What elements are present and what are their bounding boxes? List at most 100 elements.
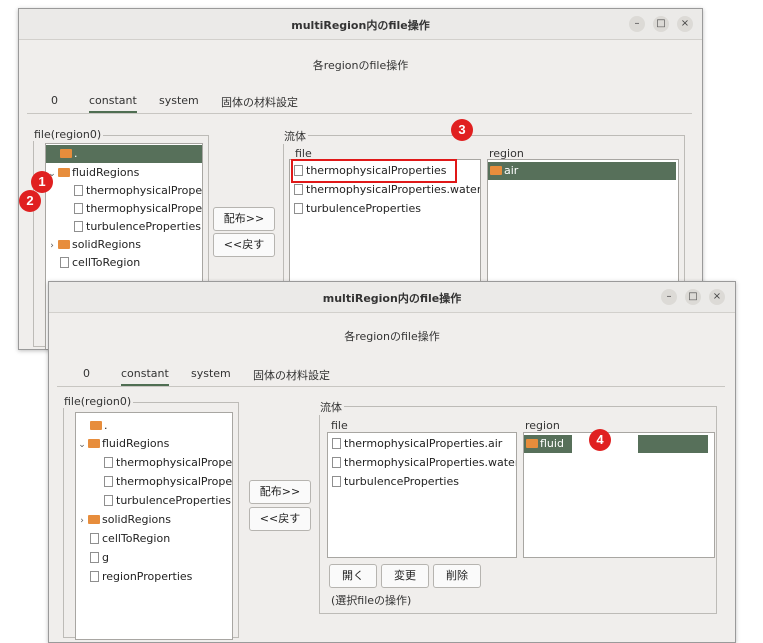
front-group-legend: 流体 bbox=[318, 399, 344, 415]
close-icon[interactable]: × bbox=[677, 16, 693, 32]
front-region-header: region bbox=[525, 419, 560, 432]
folder-icon bbox=[60, 149, 72, 158]
chevron-down-icon[interactable]: ⌄ bbox=[76, 436, 88, 454]
front-window: multiRegion内のfile操作 – □ × 各regionのfile操作… bbox=[48, 281, 736, 643]
tab-material[interactable]: 固体の材料設定 bbox=[221, 94, 298, 110]
tree-row-root[interactable]: . bbox=[76, 417, 108, 435]
change-button[interactable]: 変更 bbox=[381, 564, 429, 588]
list-item[interactable]: thermophysicalProperties.water bbox=[294, 181, 481, 199]
file-icon bbox=[294, 184, 303, 195]
region-item-empty[interactable] bbox=[638, 435, 708, 453]
tree-row-file[interactable]: turbulenceProperties bbox=[104, 492, 231, 510]
region-item[interactable]: fluid bbox=[524, 435, 572, 453]
back-tabs: 0 constant system 固体の材料設定 bbox=[27, 89, 692, 114]
file-icon bbox=[74, 185, 83, 196]
return-button[interactable]: <<戻す bbox=[249, 507, 311, 531]
tree-row-solidregions[interactable]: › solidRegions bbox=[76, 511, 171, 529]
tree-label: thermophysicalPrope bbox=[86, 202, 203, 215]
file-icon bbox=[90, 533, 99, 544]
tab-0[interactable]: 0 bbox=[51, 94, 58, 107]
tree-label: regionProperties bbox=[102, 570, 193, 583]
list-item[interactable]: turbulenceProperties bbox=[332, 473, 459, 491]
folder-icon bbox=[490, 166, 502, 175]
front-file-tree[interactable]: . ⌄ fluidRegions thermophysicalPrope ther… bbox=[75, 412, 233, 640]
open-button[interactable]: 開く bbox=[329, 564, 377, 588]
tree-row-file[interactable]: turbulenceProperties bbox=[74, 218, 201, 236]
tree-row-file[interactable]: cellToRegion bbox=[60, 254, 140, 272]
front-titlebar: multiRegion内のfile操作 – □ × bbox=[49, 282, 735, 313]
callout-3: 3 bbox=[451, 119, 473, 141]
return-button[interactable]: <<戻す bbox=[213, 233, 275, 257]
tree-label: solidRegions bbox=[102, 513, 171, 526]
front-subtitle: 各regionのfile操作 bbox=[344, 330, 440, 343]
tab-0[interactable]: 0 bbox=[83, 367, 90, 380]
folder-icon bbox=[90, 421, 102, 430]
tree-label: cellToRegion bbox=[102, 532, 171, 545]
tree-row-file[interactable]: thermophysicalPrope bbox=[104, 454, 232, 472]
tree-row-fluidregions[interactable]: ⌄ fluidRegions bbox=[46, 164, 139, 182]
list-item[interactable]: turbulenceProperties bbox=[294, 200, 421, 218]
list-item-label: thermophysicalProperties.water bbox=[306, 183, 481, 196]
tree-label: cellToRegion bbox=[72, 256, 141, 269]
callout-1: 1 bbox=[31, 171, 53, 193]
file-icon bbox=[332, 457, 341, 468]
file-icon bbox=[104, 495, 113, 506]
tree-label: thermophysicalPrope bbox=[116, 475, 233, 488]
highlight-box bbox=[291, 159, 457, 183]
folder-icon bbox=[88, 439, 100, 448]
tree-label: turbulenceProperties bbox=[86, 220, 201, 233]
tree-label: fluidRegions bbox=[102, 437, 170, 450]
file-icon bbox=[90, 571, 99, 582]
list-item-label: turbulenceProperties bbox=[306, 202, 421, 215]
tree-row-file[interactable]: thermophysicalPrope bbox=[104, 473, 232, 491]
tree-label: fluidRegions bbox=[72, 166, 140, 179]
front-tabs: 0 constant system 固体の材料設定 bbox=[57, 362, 725, 387]
chevron-right-icon[interactable]: › bbox=[46, 237, 58, 255]
tree-label: g bbox=[102, 551, 109, 564]
minimize-icon[interactable]: – bbox=[661, 289, 677, 305]
tab-constant[interactable]: constant bbox=[121, 367, 169, 386]
close-icon[interactable]: × bbox=[709, 289, 725, 305]
file-icon bbox=[60, 257, 69, 268]
distribute-button[interactable]: 配布>> bbox=[249, 480, 311, 504]
maximize-icon[interactable]: □ bbox=[653, 16, 669, 32]
tab-material[interactable]: 固体の材料設定 bbox=[253, 367, 330, 383]
tree-row-solidregions[interactable]: › solidRegions bbox=[46, 236, 141, 254]
folder-icon bbox=[58, 168, 70, 177]
tree-row-file[interactable]: thermophysicalPrope bbox=[74, 182, 202, 200]
front-region-list[interactable]: fluid bbox=[523, 432, 715, 558]
maximize-icon[interactable]: □ bbox=[685, 289, 701, 305]
tree-row-file[interactable]: thermophysicalPrope bbox=[74, 200, 202, 218]
list-item-label: thermophysicalProperties.air bbox=[344, 437, 503, 450]
distribute-button[interactable]: 配布>> bbox=[213, 207, 275, 231]
tree-label: thermophysicalPrope bbox=[116, 456, 233, 469]
callout-2: 2 bbox=[19, 190, 41, 212]
folder-icon bbox=[58, 240, 70, 249]
list-item[interactable]: thermophysicalProperties.air bbox=[332, 435, 502, 453]
tab-constant[interactable]: constant bbox=[89, 94, 137, 113]
tree-row-file[interactable]: regionProperties bbox=[90, 568, 192, 586]
front-file-header: file bbox=[331, 419, 348, 432]
chevron-right-icon[interactable]: › bbox=[76, 512, 88, 530]
list-item-label: turbulenceProperties bbox=[344, 475, 459, 488]
tab-system[interactable]: system bbox=[191, 367, 231, 380]
file-icon bbox=[90, 552, 99, 563]
minimize-icon[interactable]: – bbox=[629, 16, 645, 32]
tree-row-file[interactable]: g bbox=[90, 549, 109, 567]
tree-label: turbulenceProperties bbox=[116, 494, 231, 507]
tree-row-root[interactable]: . bbox=[46, 145, 202, 163]
region-item[interactable]: air bbox=[488, 162, 676, 180]
tree-label: . bbox=[104, 419, 108, 432]
front-tree-legend: file(region0) bbox=[62, 395, 134, 408]
back-group-legend: 流体 bbox=[282, 128, 308, 144]
front-window-title: multiRegion内のfile操作 bbox=[322, 292, 462, 305]
file-icon bbox=[332, 476, 341, 487]
back-window-title: multiRegion内のfile操作 bbox=[291, 19, 430, 32]
file-icon bbox=[104, 457, 113, 468]
delete-button[interactable]: 削除 bbox=[433, 564, 481, 588]
front-file-list[interactable]: thermophysicalProperties.air thermophysi… bbox=[327, 432, 517, 558]
tree-row-fluidregions[interactable]: ⌄ fluidRegions bbox=[76, 435, 169, 453]
tree-row-file[interactable]: cellToRegion bbox=[90, 530, 170, 548]
list-item[interactable]: thermophysicalProperties.water bbox=[332, 454, 516, 472]
tab-system[interactable]: system bbox=[159, 94, 199, 107]
